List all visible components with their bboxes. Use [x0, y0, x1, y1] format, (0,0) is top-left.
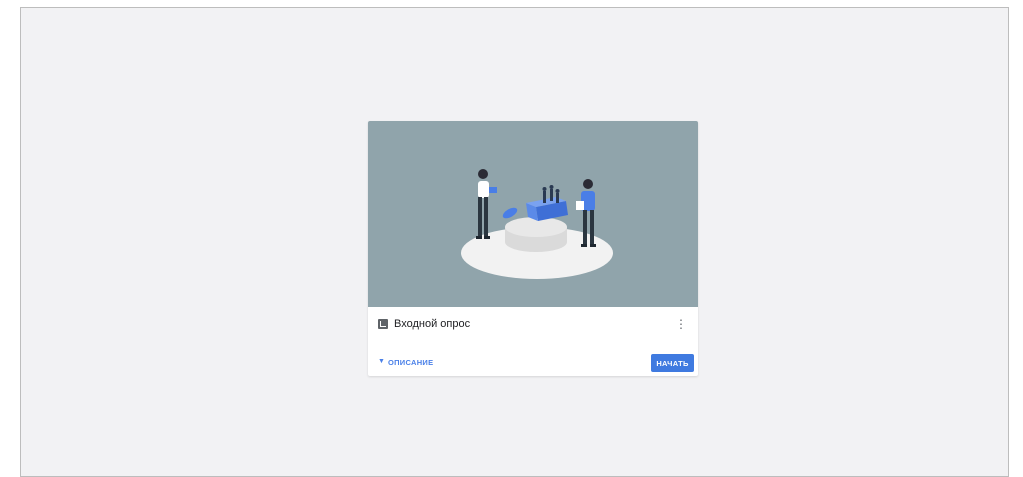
survey-card: Входной опрос ⋮ ▼ ОПИСАНИЕ НАЧАТЬ	[368, 121, 698, 376]
card-title: Входной опрос	[394, 318, 471, 330]
page-frame: Входной опрос ⋮ ▼ ОПИСАНИЕ НАЧАТЬ	[20, 7, 1009, 477]
start-button[interactable]: НАЧАТЬ	[651, 354, 694, 372]
card-illustration	[368, 121, 698, 307]
more-vert-icon[interactable]: ⋮	[674, 316, 688, 332]
illustration-svg	[461, 169, 613, 279]
quiz-icon	[378, 319, 388, 329]
description-toggle-label: ОПИСАНИЕ	[387, 357, 434, 367]
card-title-row: Входной опрос ⋮	[378, 314, 688, 334]
chevron-down-icon: ▼	[378, 358, 385, 365]
description-toggle[interactable]: ▼ ОПИСАНИЕ	[378, 357, 433, 367]
